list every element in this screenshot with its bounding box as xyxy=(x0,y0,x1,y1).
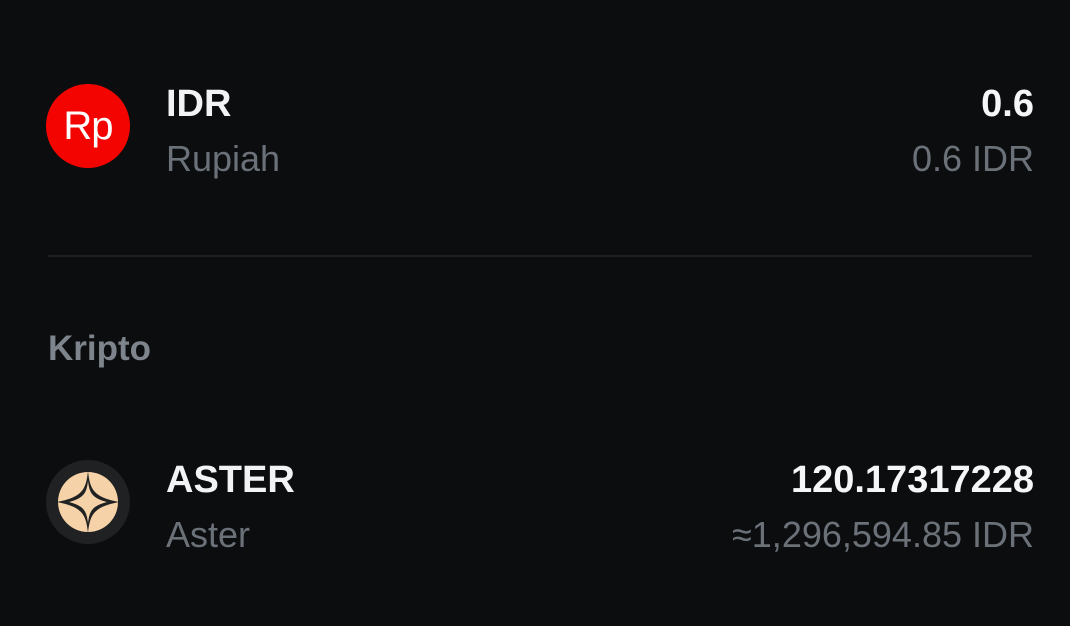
crypto-section-title: Kripto xyxy=(48,329,152,368)
asset-list-screen: Rp IDR Rupiah 0.6 0.6 IDR Kripto ASTER A… xyxy=(0,0,1070,626)
asset-row-aster[interactable]: ASTER Aster 120.17317228 ≈1,296,594.85 I… xyxy=(46,452,1034,555)
rupiah-coin-icon: Rp xyxy=(46,84,130,168)
asset-amount: 0.6 xyxy=(981,83,1034,125)
section-divider xyxy=(48,255,1032,257)
asset-name: Rupiah xyxy=(166,138,281,179)
asset-row-idr[interactable]: Rp IDR Rupiah 0.6 0.6 IDR xyxy=(46,76,1034,179)
asset-symbol: IDR xyxy=(166,83,232,125)
asset-amount: 120.17317228 xyxy=(790,459,1034,501)
asset-name: Aster xyxy=(166,514,251,555)
asset-symbol: ASTER xyxy=(166,459,295,501)
asset-value: ≈1,296,594.85 IDR xyxy=(732,514,1034,555)
aster-star-icon xyxy=(57,471,119,533)
asset-value: 0.6 IDR xyxy=(911,138,1034,179)
rupiah-icon-text: Rp xyxy=(63,103,113,148)
aster-coin-icon xyxy=(46,460,130,544)
